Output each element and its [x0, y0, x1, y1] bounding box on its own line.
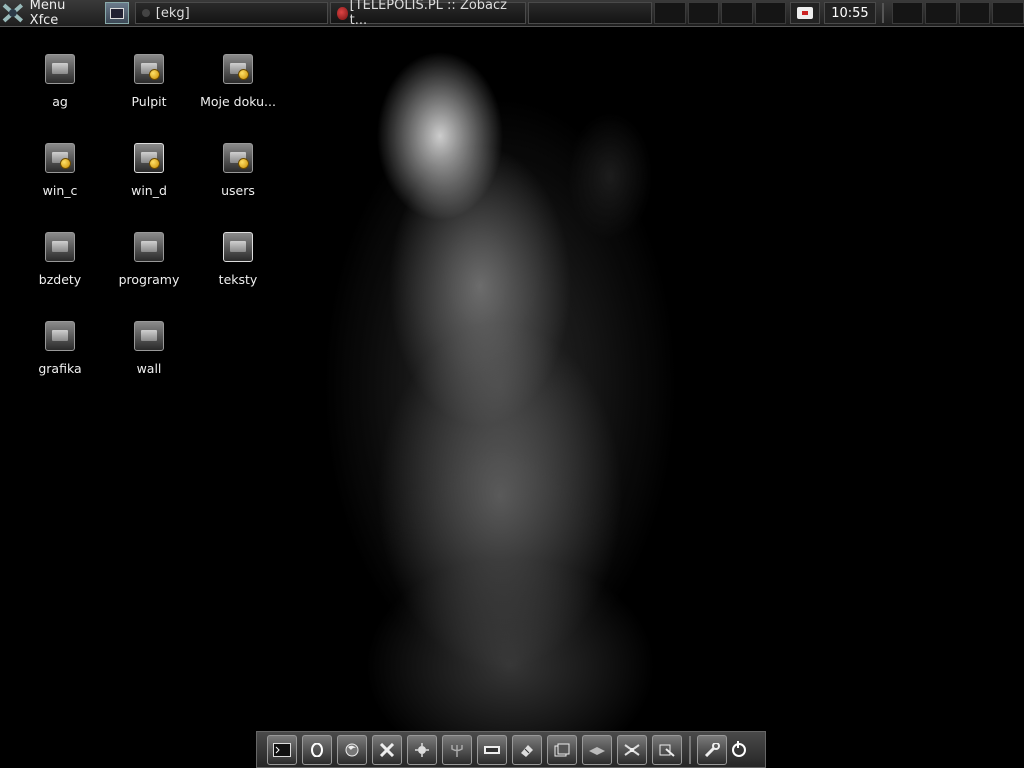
panel-separator	[881, 3, 884, 23]
workspace-7[interactable]	[958, 2, 991, 24]
menu-label: Menu Xfce	[29, 0, 66, 28]
icon-label: wall	[136, 361, 162, 376]
workspace-4[interactable]	[754, 2, 787, 24]
xfce-logo-icon	[2, 3, 24, 23]
system-tray	[790, 2, 821, 24]
opera-launcher[interactable]	[302, 734, 332, 765]
power-icon[interactable]	[732, 740, 746, 757]
trident-icon	[451, 744, 463, 757]
taskbar-item-telepolis[interactable]: [TELEPOLIS.PL :: Zobacz t...	[330, 0, 526, 28]
firefox-launcher[interactable]	[337, 734, 367, 765]
icon-label: grafika	[38, 361, 82, 376]
icon-label: win_c	[42, 183, 78, 198]
folder-icon	[45, 232, 75, 262]
wrench-icon	[704, 742, 720, 757]
workspace-2[interactable]	[687, 2, 720, 24]
workspace-1[interactable]	[653, 2, 686, 24]
hammer-launcher[interactable]	[652, 734, 682, 765]
workspace-5[interactable]	[891, 2, 924, 24]
satellite-icon	[624, 743, 640, 756]
desktop-icon-ag[interactable]: ag	[15, 54, 105, 109]
folder-link-icon	[134, 54, 164, 84]
terminal-launcher[interactable]	[267, 734, 297, 765]
icon-label: ag	[52, 94, 68, 109]
folder-link-icon	[223, 54, 253, 84]
taskbar-empty-area	[527, 2, 652, 24]
icon-label: Pulpit	[131, 94, 167, 109]
wine-icon	[484, 745, 500, 754]
firefox-icon	[345, 743, 359, 756]
desktop-icon-teksty[interactable]: teksty	[193, 232, 283, 287]
satellite-launcher[interactable]	[617, 734, 647, 765]
folder-icon	[134, 232, 164, 262]
paint-icon	[521, 744, 533, 757]
folder-icon	[223, 232, 253, 262]
icon-label: win_d	[131, 183, 167, 198]
workspace-6[interactable]	[925, 2, 957, 24]
opera-icon	[311, 742, 323, 757]
folder-link-icon	[134, 143, 164, 173]
show-desktop-button[interactable]	[105, 2, 129, 24]
mail-launcher[interactable]	[582, 734, 612, 765]
top-panel: Menu Xfce [ekg] [TELEPOLIS.PL :: Zobacz …	[0, 0, 1024, 28]
desktop-wallpaper	[280, 26, 730, 736]
sun-icon	[415, 742, 429, 757]
folder-icon	[45, 54, 75, 84]
paint-launcher[interactable]	[512, 734, 542, 765]
icon-label: programy	[118, 272, 180, 287]
taskbar-item-label: [TELEPOLIS.PL :: Zobacz t...	[349, 0, 507, 28]
mail-icon	[589, 746, 605, 755]
workspace-8[interactable]	[992, 2, 1024, 24]
folder-link-icon	[223, 143, 253, 173]
ekg-app-icon	[141, 9, 150, 17]
taskbar-item-ekg[interactable]: [ekg]	[134, 2, 329, 24]
dock-separator	[689, 735, 691, 764]
folder-link-icon	[45, 143, 75, 173]
desktop-icon-pulpit[interactable]: Pulpit	[104, 54, 194, 109]
file-manager-launcher[interactable]	[547, 734, 577, 765]
folder-icon	[45, 321, 75, 351]
trident-launcher[interactable]	[442, 734, 472, 765]
desktop-icon-grafika[interactable]: grafika	[15, 321, 105, 376]
desktop-icon-wall[interactable]: wall	[104, 321, 194, 376]
desktop-icon-win-c[interactable]: win_c	[15, 143, 105, 198]
desktop-icon-moje-dokumenty[interactable]: Moje doku...	[193, 54, 283, 109]
icon-label: Moje doku...	[200, 94, 276, 109]
wine-launcher[interactable]	[477, 734, 507, 765]
mail-notifier-icon[interactable]	[797, 7, 814, 19]
hammer-icon	[659, 744, 675, 757]
window-icon	[109, 7, 124, 19]
terminal-icon	[273, 742, 291, 757]
files-icon	[554, 743, 570, 756]
icon-label: users	[221, 183, 255, 198]
folder-icon	[134, 321, 164, 351]
taskbar-item-label: [ekg]	[155, 5, 190, 21]
desktop-icon-bzdety[interactable]: bzdety	[15, 232, 105, 287]
clock[interactable]: 10:55	[824, 2, 876, 24]
desktop-icon-programy[interactable]: programy	[104, 232, 194, 287]
x-icon	[379, 742, 395, 757]
xfce-menu-button[interactable]: Menu Xfce	[0, 0, 101, 28]
settings-launcher[interactable]	[697, 734, 727, 765]
desktop-icon-users[interactable]: users	[193, 143, 283, 198]
launcher-panel	[256, 731, 766, 768]
opera-icon	[337, 6, 348, 20]
desktop-icon-win-d[interactable]: win_d	[104, 143, 194, 198]
xfce-launcher[interactable]	[372, 734, 402, 765]
icon-label: teksty	[218, 272, 258, 287]
workspace-3[interactable]	[721, 2, 753, 24]
settings-sun-launcher[interactable]	[407, 734, 437, 765]
icon-label: bzdety	[38, 272, 82, 287]
